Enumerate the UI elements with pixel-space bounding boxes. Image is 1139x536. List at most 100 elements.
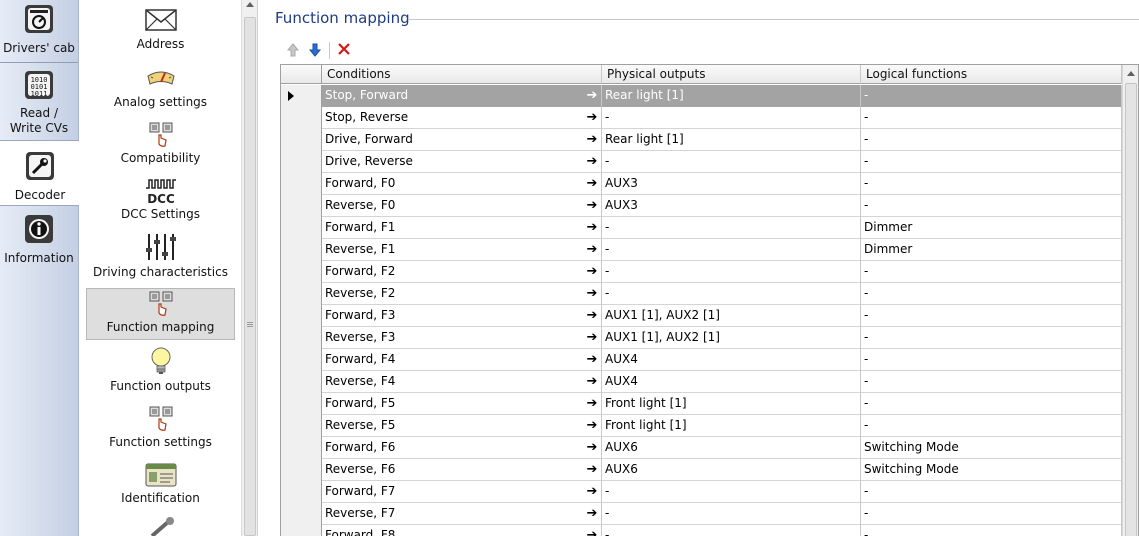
- cell-physical-outputs[interactable]: Rear light [1]: [602, 129, 861, 151]
- table-row[interactable]: Stop, Forward ➔ Rear light [1] -: [281, 85, 1122, 107]
- cell-physical-outputs[interactable]: -: [602, 261, 861, 283]
- cell-physical-outputs[interactable]: -: [602, 107, 861, 129]
- cell-condition[interactable]: Reverse, F5: [322, 415, 602, 437]
- table-row[interactable]: Reverse, F7 ➔ - -: [281, 503, 1122, 525]
- cell-logical-functions[interactable]: Switching Mode: [861, 437, 1122, 459]
- rail-item-information[interactable]: Information: [0, 214, 78, 265]
- category-compatibility[interactable]: Compatibility: [86, 122, 235, 165]
- cell-logical-functions[interactable]: -: [861, 85, 1122, 107]
- rail-item-decoder[interactable]: Decoder: [0, 140, 80, 206]
- category-more[interactable]: [86, 516, 235, 536]
- table-row[interactable]: Reverse, F4 ➔ AUX4-: [281, 371, 1122, 393]
- cell-physical-outputs[interactable]: -: [602, 503, 861, 525]
- cell-logical-functions[interactable]: -: [861, 107, 1122, 129]
- cell-condition[interactable]: Stop, Reverse: [322, 107, 602, 129]
- cell-logical-functions[interactable]: -: [861, 481, 1122, 503]
- cell-condition[interactable]: Forward, F0: [322, 173, 602, 195]
- cell-physical-outputs[interactable]: AUX4: [602, 371, 861, 393]
- row-header[interactable]: [281, 327, 322, 349]
- cell-logical-functions[interactable]: -: [861, 173, 1122, 195]
- cell-physical-outputs[interactable]: -: [602, 239, 861, 261]
- scroll-thumb[interactable]: [1125, 83, 1137, 536]
- scroll-up-icon[interactable]: [246, 2, 254, 7]
- table-row[interactable]: Reverse, F6 ➔ AUX6 Switching Mode: [281, 459, 1122, 481]
- scroll-up-icon[interactable]: [1127, 71, 1135, 76]
- table-row[interactable]: Forward, F0 ➔ AUX3-: [281, 173, 1122, 195]
- table-row[interactable]: Forward, F8 ➔ - -: [281, 525, 1122, 536]
- row-header[interactable]: [281, 151, 322, 173]
- cell-condition[interactable]: Drive, Forward: [322, 129, 602, 151]
- table-row[interactable]: Forward, F3 ➔ AUX1 [1], AUX2 [1] -: [281, 305, 1122, 327]
- table-row[interactable]: Forward, F2 ➔ - -: [281, 261, 1122, 283]
- row-header[interactable]: [281, 525, 322, 536]
- column-header-logical-functions[interactable]: Logical functions: [861, 65, 1122, 84]
- cell-condition[interactable]: Reverse, F1: [322, 239, 602, 261]
- column-header-physical-outputs[interactable]: Physical outputs: [602, 65, 861, 84]
- cell-physical-outputs[interactable]: -: [602, 283, 861, 305]
- table-row[interactable]: Forward, F4 ➔ AUX4-: [281, 349, 1122, 371]
- row-header[interactable]: [281, 503, 322, 525]
- row-header[interactable]: [281, 261, 322, 283]
- cell-physical-outputs[interactable]: AUX3: [602, 173, 861, 195]
- cell-condition[interactable]: Reverse, F4: [322, 371, 602, 393]
- table-row[interactable]: Stop, Reverse ➔ - -: [281, 107, 1122, 129]
- table-row[interactable]: Drive, Forward ➔ Rear light [1] -: [281, 129, 1122, 151]
- cell-logical-functions[interactable]: -: [861, 195, 1122, 217]
- row-header[interactable]: [281, 283, 322, 305]
- row-header[interactable]: [281, 415, 322, 437]
- row-header[interactable]: [281, 437, 322, 459]
- table-row[interactable]: Drive, Reverse ➔ - -: [281, 151, 1122, 173]
- cell-condition[interactable]: Reverse, F7: [322, 503, 602, 525]
- cell-condition[interactable]: Forward, F8: [322, 525, 602, 536]
- row-header[interactable]: [281, 107, 322, 129]
- row-header[interactable]: [281, 371, 322, 393]
- cell-logical-functions[interactable]: -: [861, 393, 1122, 415]
- cell-logical-functions[interactable]: Dimmer: [861, 217, 1122, 239]
- cell-physical-outputs[interactable]: AUX3: [602, 195, 861, 217]
- cell-logical-functions[interactable]: -: [861, 415, 1122, 437]
- cell-condition[interactable]: Forward, F5: [322, 393, 602, 415]
- cell-physical-outputs[interactable]: -: [602, 525, 861, 536]
- cell-physical-outputs[interactable]: Front light [1]: [602, 415, 861, 437]
- cell-condition[interactable]: Forward, F6: [322, 437, 602, 459]
- cell-logical-functions[interactable]: -: [861, 503, 1122, 525]
- move-up-button[interactable]: [284, 42, 302, 60]
- row-header[interactable]: [281, 393, 322, 415]
- cell-physical-outputs[interactable]: AUX4: [602, 349, 861, 371]
- move-down-button[interactable]: [306, 42, 324, 60]
- cell-condition[interactable]: Forward, F3: [322, 305, 602, 327]
- cell-condition[interactable]: Reverse, F2: [322, 283, 602, 305]
- category-driving-characteristics[interactable]: Driving characteristics: [86, 232, 235, 279]
- delete-button[interactable]: [335, 42, 353, 60]
- table-row[interactable]: Reverse, F0 ➔ AUX3-: [281, 195, 1122, 217]
- cell-physical-outputs[interactable]: AUX1 [1], AUX2 [1]: [602, 305, 861, 327]
- cell-condition[interactable]: Reverse, F0: [322, 195, 602, 217]
- table-row[interactable]: Forward, F1 ➔ - Dimmer: [281, 217, 1122, 239]
- category-identification[interactable]: Identification: [86, 462, 235, 505]
- category-function-mapping[interactable]: Function mapping: [86, 288, 235, 340]
- row-header[interactable]: [281, 239, 322, 261]
- cell-condition[interactable]: Reverse, F3: [322, 327, 602, 349]
- cell-logical-functions[interactable]: -: [861, 327, 1122, 349]
- cell-logical-functions[interactable]: Switching Mode: [861, 459, 1122, 481]
- cell-logical-functions[interactable]: -: [861, 371, 1122, 393]
- grid-scrollbar[interactable]: [1122, 65, 1138, 536]
- table-row[interactable]: Reverse, F5 ➔ Front light [1] -: [281, 415, 1122, 437]
- cell-logical-functions[interactable]: -: [861, 305, 1122, 327]
- category-function-outputs[interactable]: Function outputs: [86, 346, 235, 393]
- cell-condition[interactable]: Forward, F7: [322, 481, 602, 503]
- table-row[interactable]: Forward, F7 ➔ - -: [281, 481, 1122, 503]
- row-header[interactable]: [281, 459, 322, 481]
- table-row[interactable]: Forward, F5 ➔ Front light [1] -: [281, 393, 1122, 415]
- row-header[interactable]: [281, 217, 322, 239]
- category-function-settings[interactable]: Function settings: [86, 406, 235, 449]
- cell-condition[interactable]: Reverse, F6: [322, 459, 602, 481]
- category-scrollbar[interactable]: [241, 0, 258, 536]
- cell-logical-functions[interactable]: Dimmer: [861, 239, 1122, 261]
- table-row[interactable]: Reverse, F3 ➔ AUX1 [1], AUX2 [1] -: [281, 327, 1122, 349]
- table-row[interactable]: Forward, F6 ➔ AUX6 Switching Mode: [281, 437, 1122, 459]
- row-header[interactable]: [281, 349, 322, 371]
- cell-physical-outputs[interactable]: -: [602, 217, 861, 239]
- cell-physical-outputs[interactable]: Rear light [1]: [602, 85, 861, 107]
- cell-logical-functions[interactable]: -: [861, 129, 1122, 151]
